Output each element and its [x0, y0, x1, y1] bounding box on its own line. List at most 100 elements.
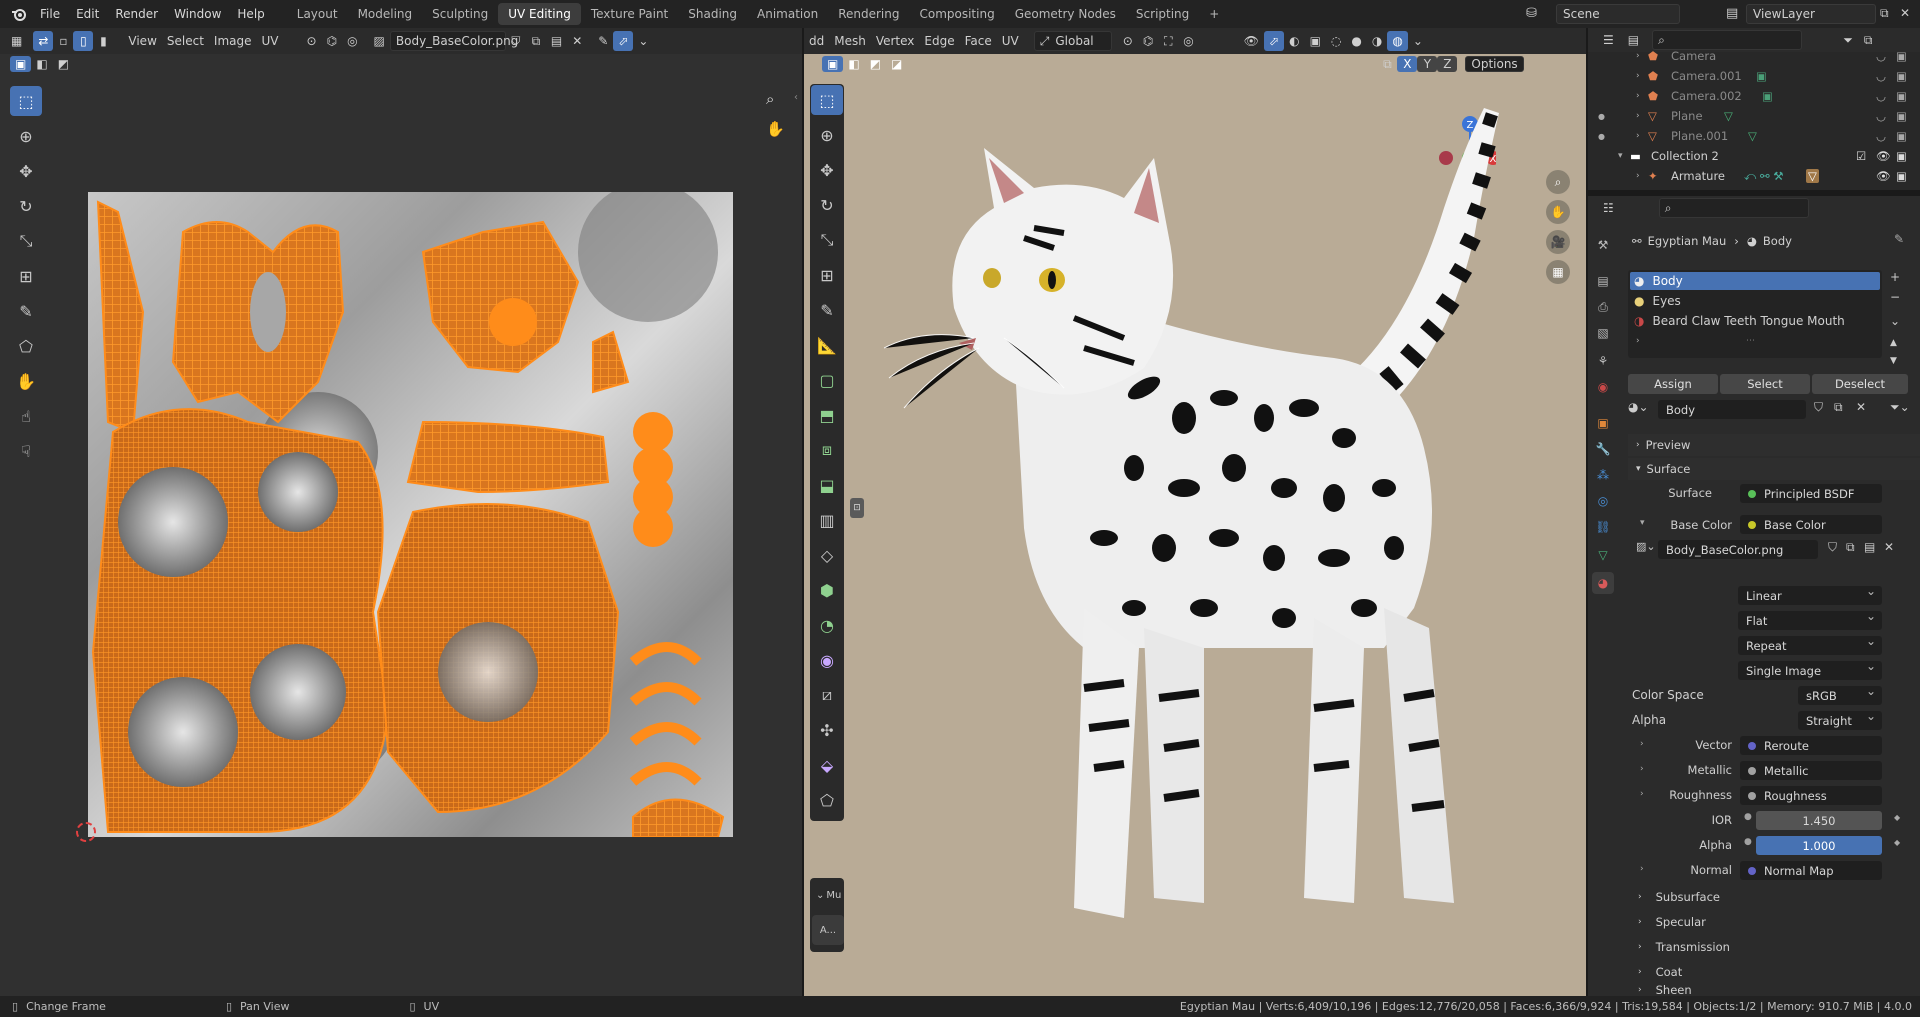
- hide-eye-icon[interactable]: 👁: [1876, 149, 1891, 163]
- subpanel-coat[interactable]: › Coat: [1638, 961, 1682, 983]
- snap-icon[interactable]: ⌬: [322, 31, 342, 51]
- physics-tab-icon[interactable]: ◎: [1592, 490, 1614, 512]
- scene-field[interactable]: Scene: [1556, 4, 1680, 24]
- vector-field[interactable]: Reroute: [1740, 736, 1882, 755]
- vertex-select-icon[interactable]: ▫: [53, 31, 73, 51]
- mu-tab[interactable]: ⌄ Mu: [812, 880, 844, 910]
- outliner-row-collection-2[interactable]: ▾ ▬ Collection 2 ☑ 👁 ▣: [1588, 146, 1920, 166]
- open-image-icon[interactable]: ▤: [546, 31, 567, 51]
- keyframe-dot-icon[interactable]: ◆: [1894, 813, 1900, 822]
- image-open-icon[interactable]: ▤: [1864, 540, 1875, 554]
- menu-help[interactable]: Help: [229, 7, 272, 21]
- hide-eye-icon[interactable]: ◡: [1876, 89, 1886, 103]
- relax-icon[interactable]: ☝: [10, 401, 42, 431]
- tool-tab-icon[interactable]: ⚒: [1592, 234, 1614, 256]
- tab-rendering[interactable]: Rendering: [828, 3, 909, 25]
- data-tab-icon[interactable]: ▽: [1592, 544, 1614, 566]
- base-color-expand-icon[interactable]: ▾: [1640, 518, 1645, 528]
- image-browse-icon[interactable]: ▨⌄: [1636, 540, 1656, 553]
- outliner-row-camera-001[interactable]: › ⬟ Camera.001 ▣ ◡ ▣: [1588, 66, 1920, 86]
- rip-icon[interactable]: ⬠: [10, 331, 42, 361]
- toolbar-collapse-icon[interactable]: ⊡: [850, 498, 864, 518]
- vp-rip-icon[interactable]: ⬠: [811, 785, 843, 815]
- deselect-button[interactable]: Deselect: [1812, 374, 1908, 394]
- roughness-expand-icon[interactable]: ›: [1640, 789, 1644, 799]
- gizmo-toggle-icon[interactable]: ⬀: [1264, 31, 1285, 51]
- render-camera-icon[interactable]: ▣: [1896, 149, 1907, 163]
- projection-dropdown[interactable]: Flat: [1738, 609, 1882, 630]
- normal-field[interactable]: Normal Map: [1740, 861, 1882, 880]
- vp-inset-icon[interactable]: ⧈: [811, 435, 843, 465]
- image-browse-icon[interactable]: ▨: [369, 31, 390, 51]
- menu-edit[interactable]: Edit: [68, 7, 107, 21]
- vector-expand-icon[interactable]: ›: [1640, 739, 1644, 749]
- vp-move-icon[interactable]: ✥: [811, 155, 843, 185]
- material-fake-user-icon[interactable]: ⛉: [1814, 400, 1823, 415]
- metallic-field[interactable]: Metallic: [1740, 761, 1882, 780]
- outliner[interactable]: ☰ ▤ ⌕ ⏷ ⧉ › ⬟ Camera ◡ ▣ › ⬟ Camera.001 …: [1588, 28, 1920, 190]
- render-tab-icon[interactable]: ▤: [1592, 270, 1614, 292]
- output-tab-icon[interactable]: ⎙: [1592, 296, 1614, 318]
- alpha-mode-dropdown[interactable]: Straight: [1798, 709, 1882, 730]
- menu-file[interactable]: File: [32, 7, 68, 21]
- new-view-layer-icon[interactable]: ⧉: [1880, 6, 1889, 21]
- assign-button[interactable]: Assign: [1628, 374, 1718, 394]
- shading-solid-icon[interactable]: ●: [1346, 31, 1366, 51]
- mirror-z-button[interactable]: Z: [1437, 56, 1458, 72]
- color-space-dropdown[interactable]: sRGB: [1798, 684, 1882, 705]
- slot-eyes[interactable]: ● Eyes: [1630, 292, 1880, 310]
- remove-slot-icon[interactable]: −: [1890, 290, 1900, 304]
- tab-animation[interactable]: Animation: [747, 3, 828, 25]
- image-new-icon[interactable]: ⧉: [1846, 540, 1855, 555]
- uv-editor[interactable]: ▦ ⇄ ▫ ▯ ▮ View Select Image UV ⊙ ⌬ ◎ ▨ B…: [0, 28, 802, 996]
- render-camera-icon[interactable]: ▣: [1896, 49, 1907, 63]
- outliner-row-camera[interactable]: › ⬟ Camera ◡ ▣: [1588, 46, 1920, 66]
- vp-shear-icon[interactable]: ⬙: [811, 750, 843, 780]
- mu-action-button[interactable]: A...: [812, 915, 844, 945]
- modifier-tab-icon[interactable]: 🔧: [1592, 438, 1614, 460]
- properties-editor[interactable]: ☷ ⌕ ⚯ Egyptian Mau › ◕ Body ✎ ◕ Body ● E…: [1588, 196, 1920, 996]
- hide-eye-icon[interactable]: ◡: [1876, 49, 1886, 63]
- add-workspace-button[interactable]: +: [1199, 3, 1229, 25]
- pivot-point-icon[interactable]: ⊙: [1118, 31, 1138, 51]
- ior-socket-icon[interactable]: ●: [1744, 812, 1752, 822]
- tab-modeling[interactable]: Modeling: [348, 3, 423, 25]
- editor-type-icon[interactable]: ▦: [6, 31, 27, 51]
- cursor-icon[interactable]: ⊕: [10, 121, 42, 151]
- vp-scale-icon[interactable]: ⤡: [811, 225, 843, 255]
- alpha-socket-icon[interactable]: ●: [1744, 837, 1752, 847]
- expand-icon[interactable]: ›: [1636, 91, 1640, 101]
- select-extend-icon[interactable]: ◧: [843, 56, 864, 72]
- slot-body[interactable]: ◕ Body: [1630, 272, 1880, 290]
- expand-icon[interactable]: ›: [1636, 51, 1640, 61]
- camera-view-icon[interactable]: 🎥: [1546, 230, 1570, 254]
- expand-icon[interactable]: ›: [1636, 171, 1640, 181]
- select-invert-icon[interactable]: ◪: [886, 56, 907, 72]
- uv-islands[interactable]: [88, 192, 733, 837]
- select-new-icon[interactable]: ▣: [822, 56, 844, 72]
- uv-menu-uv[interactable]: UV: [257, 31, 284, 51]
- vp-cursor-icon[interactable]: ⊕: [811, 120, 843, 150]
- pin-icon[interactable]: ✎: [593, 31, 613, 51]
- vp-edge-slide-icon[interactable]: ⧄: [811, 680, 843, 710]
- outliner-row-camera-002[interactable]: › ⬟ Camera.002 ▣ ◡ ▣: [1588, 86, 1920, 106]
- select-mode-new-icon[interactable]: ▣: [10, 56, 32, 72]
- normal-expand-icon[interactable]: ›: [1640, 864, 1644, 874]
- preview-panel-header[interactable]: › Preview: [1628, 434, 1920, 456]
- mirror-x-button[interactable]: X: [1397, 56, 1418, 72]
- roughness-field[interactable]: Roughness: [1740, 786, 1882, 805]
- face-select-icon[interactable]: ▮: [93, 31, 113, 51]
- visibility-icon[interactable]: 👁: [1239, 31, 1264, 51]
- ortho-toggle-icon[interactable]: ▦: [1546, 260, 1570, 284]
- object-tab-icon[interactable]: ▣: [1592, 412, 1614, 434]
- surface-panel-header[interactable]: ▾ Surface: [1628, 458, 1920, 480]
- move-slot-up-icon[interactable]: ▲: [1890, 338, 1897, 348]
- move-slot-down-icon[interactable]: ▼: [1890, 356, 1897, 366]
- interpolation-dropdown[interactable]: Linear: [1738, 584, 1882, 605]
- select-subtract-icon[interactable]: ◩: [865, 56, 886, 72]
- slot-specials-icon[interactable]: ⌄: [1890, 314, 1900, 328]
- overlays-dropdown-icon[interactable]: ⌄: [633, 31, 653, 51]
- pivot-icon[interactable]: ⊙: [302, 31, 322, 51]
- transform-icon[interactable]: ⊞: [10, 261, 42, 291]
- tab-layout[interactable]: Layout: [287, 3, 348, 25]
